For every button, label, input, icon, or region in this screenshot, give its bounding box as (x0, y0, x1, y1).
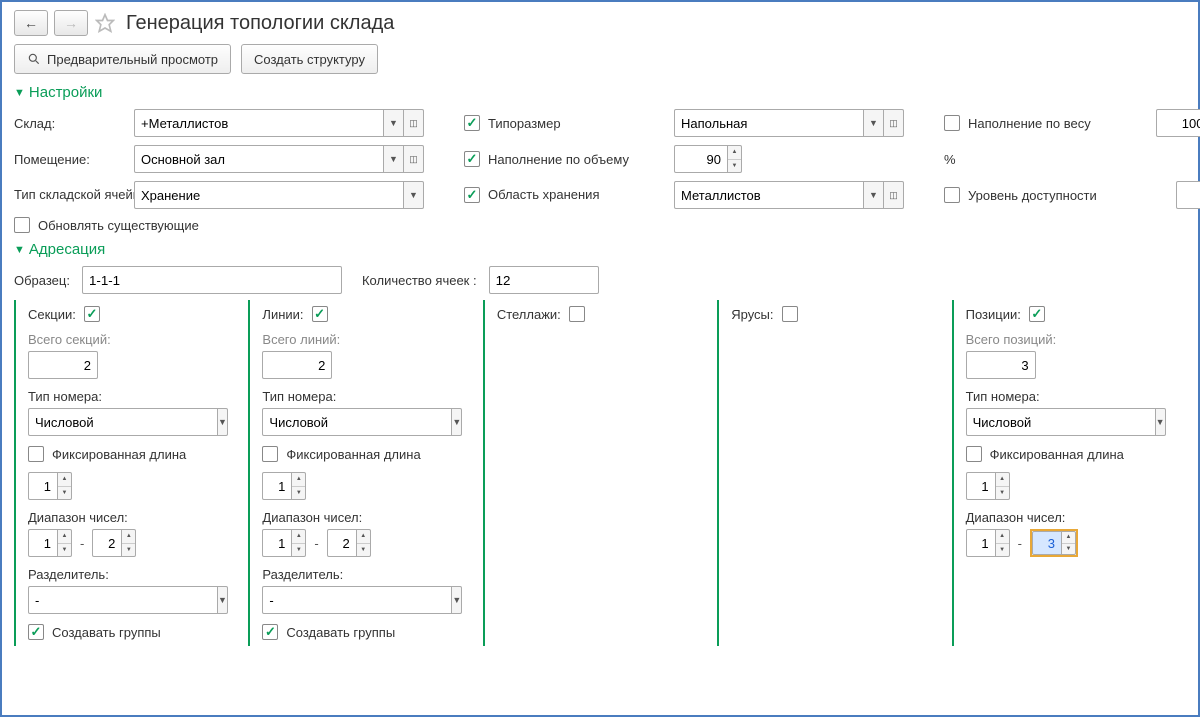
lines-fixedlen-checkbox[interactable] (262, 446, 278, 462)
sections-range-from[interactable] (28, 529, 58, 557)
room-combo[interactable]: ▼ ◫ (134, 145, 424, 173)
storage-area-combo[interactable]: ▼ ◫ (674, 181, 904, 209)
cell-count-label: Количество ячеек : (362, 273, 477, 288)
fill-weight-checkbox[interactable] (944, 115, 960, 131)
warehouse-input[interactable] (134, 109, 384, 137)
fill-weight-input[interactable] (1156, 109, 1200, 137)
positions-column: Позиции: Всего позиций: Тип номера: ▼ Фи… (952, 300, 1186, 646)
typesize-checkbox[interactable] (464, 115, 480, 131)
chevron-down-icon: ▼ (14, 87, 25, 99)
dropdown-icon[interactable]: ▼ (384, 109, 404, 137)
section-settings-header[interactable]: ▼ Настройки (14, 84, 1186, 101)
racks-checkbox[interactable] (569, 306, 585, 322)
lines-column: Линии: Всего линий: Тип номера: ▼ Фиксир… (248, 300, 482, 646)
tiers-column: Ярусы: (717, 300, 951, 646)
positions-checkbox[interactable] (1029, 306, 1045, 322)
typesize-input[interactable] (674, 109, 864, 137)
sections-groups-checkbox[interactable] (28, 624, 44, 640)
preview-button[interactable]: Предварительный просмотр (14, 44, 231, 74)
storage-area-input[interactable] (674, 181, 864, 209)
open-icon[interactable]: ◫ (884, 181, 904, 209)
dropdown-icon[interactable]: ▼ (452, 408, 462, 436)
lines-total-input (262, 351, 332, 379)
celltype-combo[interactable]: ▼ (134, 181, 424, 209)
create-structure-button[interactable]: Создать структуру (241, 44, 378, 74)
positions-len-input[interactable] (966, 472, 996, 500)
update-existing-label: Обновлять существующие (38, 218, 199, 233)
dropdown-icon[interactable]: ▼ (218, 408, 228, 436)
chevron-down-icon: ▼ (14, 244, 25, 256)
positions-fixedlen-checkbox[interactable] (966, 446, 982, 462)
cell-count-input[interactable] (489, 266, 599, 294)
sections-checkbox[interactable] (84, 306, 100, 322)
storage-area-label: Область хранения (488, 187, 599, 203)
forward-button[interactable]: → (54, 10, 88, 36)
page-title: Генерация топологии склада (126, 12, 394, 35)
sections-numtype-combo[interactable]: ▼ (28, 408, 213, 436)
update-existing-checkbox[interactable] (14, 217, 30, 233)
sections-total-input (28, 351, 98, 379)
section-addressing-header[interactable]: ▼ Адресация (14, 241, 1186, 258)
fill-volume-label: Наполнение по объему (488, 152, 629, 167)
dropdown-icon[interactable]: ▼ (1156, 408, 1166, 436)
star-icon[interactable] (94, 12, 116, 34)
search-icon (27, 52, 41, 66)
typesize-combo[interactable]: ▼ ◫ (674, 109, 904, 137)
celltype-input[interactable] (134, 181, 404, 209)
lines-len-input[interactable] (262, 472, 292, 500)
open-icon[interactable]: ◫ (884, 109, 904, 137)
typesize-label: Типоразмер (488, 116, 561, 131)
dropdown-icon[interactable]: ▼ (218, 586, 228, 614)
dropdown-icon[interactable]: ▼ (404, 181, 424, 209)
fill-weight-label: Наполнение по весу (968, 116, 1091, 131)
positions-range-to[interactable] (1032, 531, 1062, 555)
room-input[interactable] (134, 145, 384, 173)
sections-range-to[interactable] (92, 529, 122, 557)
room-label: Помещение: (14, 152, 124, 167)
lines-range-to[interactable] (327, 529, 357, 557)
dropdown-icon[interactable]: ▼ (452, 586, 462, 614)
warehouse-combo[interactable]: ▼ ◫ (134, 109, 424, 137)
racks-column: Стеллажи: (483, 300, 717, 646)
access-level-input[interactable] (1176, 181, 1200, 209)
lines-separator-combo[interactable]: ▼ (262, 586, 447, 614)
positions-numtype-combo[interactable]: ▼ (966, 408, 1151, 436)
lines-checkbox[interactable] (312, 306, 328, 322)
storage-area-checkbox[interactable] (464, 187, 480, 203)
dropdown-icon[interactable]: ▼ (864, 181, 884, 209)
lines-groups-checkbox[interactable] (262, 624, 278, 640)
sections-fixedlen-checkbox[interactable] (28, 446, 44, 462)
sections-separator-combo[interactable]: ▼ (28, 586, 213, 614)
spinner-buttons[interactable]: ▲▼ (728, 145, 742, 173)
tiers-checkbox[interactable] (782, 306, 798, 322)
positions-range-from[interactable] (966, 529, 996, 557)
sections-column: Секции: Всего секций: Тип номера: ▼ Фикс… (14, 300, 248, 646)
dropdown-icon[interactable]: ▼ (384, 145, 404, 173)
celltype-label: Тип складской ячейки: (14, 187, 124, 203)
open-icon[interactable]: ◫ (404, 109, 424, 137)
back-button[interactable]: ← (14, 10, 48, 36)
warehouse-label: Склад: (14, 116, 124, 131)
sample-input[interactable] (82, 266, 342, 294)
positions-total-input (966, 351, 1036, 379)
sample-label: Образец: (14, 273, 70, 288)
access-level-checkbox[interactable] (944, 187, 960, 203)
sections-len-input[interactable] (28, 472, 58, 500)
open-icon[interactable]: ◫ (404, 145, 424, 173)
access-level-label: Уровень доступности (968, 188, 1097, 203)
fill-volume-checkbox[interactable] (464, 151, 480, 167)
fill-volume-input[interactable] (674, 145, 728, 173)
lines-range-from[interactable] (262, 529, 292, 557)
lines-numtype-combo[interactable]: ▼ (262, 408, 447, 436)
dropdown-icon[interactable]: ▼ (864, 109, 884, 137)
